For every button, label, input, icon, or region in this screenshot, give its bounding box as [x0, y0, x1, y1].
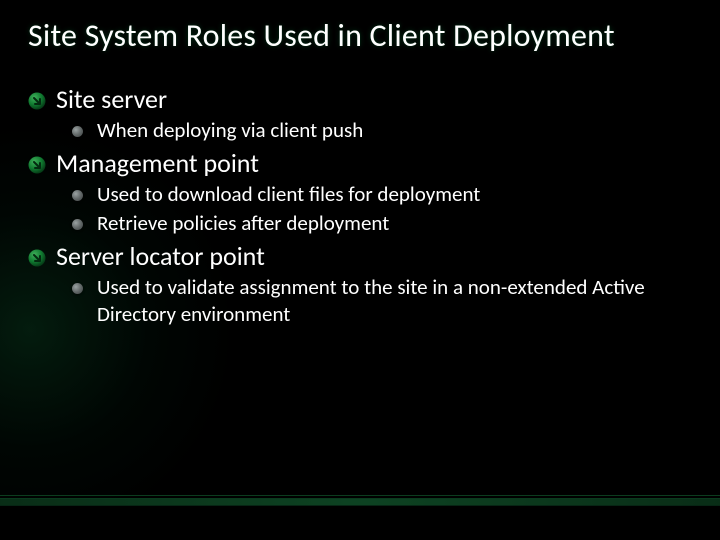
dot-icon	[72, 126, 83, 137]
list-item-label: Used to validate assignment to the site …	[97, 274, 657, 329]
list-item-label: Retrieve policies after deployment	[97, 210, 389, 237]
list-item-label: Site server	[56, 83, 167, 116]
slide-content: Site System Roles Used in Client Deploym…	[0, 0, 720, 540]
list-item: When deploying via client push	[72, 117, 692, 144]
list-item-label: Server locator point	[56, 240, 265, 273]
list-item: Used to validate assignment to the site …	[72, 274, 692, 329]
list-item-label: Used to download client files for deploy…	[97, 181, 480, 208]
dot-icon	[72, 219, 83, 230]
page-title: Site System Roles Used in Client Deploym…	[28, 18, 692, 55]
list-item: Retrieve policies after deployment	[72, 210, 692, 237]
arrow-circle-icon	[28, 156, 46, 174]
arrow-circle-icon	[28, 249, 46, 267]
list-item: Site server	[28, 83, 692, 116]
list-item-label: Management point	[56, 147, 259, 180]
list-item: Used to download client files for deploy…	[72, 181, 692, 208]
list-item: Management point	[28, 147, 692, 180]
arrow-circle-icon	[28, 92, 46, 110]
list-item: Server locator point	[28, 240, 692, 273]
dot-icon	[72, 190, 83, 201]
list-item-label: When deploying via client push	[97, 117, 363, 144]
footer-area	[0, 506, 720, 540]
footer-divider	[0, 495, 720, 496]
footer-band	[0, 498, 720, 506]
dot-icon	[72, 283, 83, 294]
